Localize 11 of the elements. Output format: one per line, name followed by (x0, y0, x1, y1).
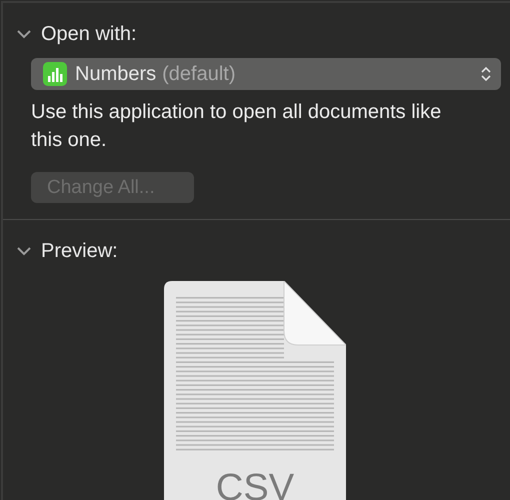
app-popup[interactable]: Numbers (default) (31, 58, 501, 90)
description: Use this application to open all documents like this one. (31, 100, 442, 153)
up-down-icon (481, 66, 491, 82)
document-icon (164, 281, 346, 500)
bar-chart-icon (43, 62, 67, 86)
default-note: (default) (162, 62, 237, 86)
app-name: Numbers (75, 62, 156, 86)
chevron-icon[interactable] (17, 30, 31, 39)
chevron-icon[interactable] (17, 247, 31, 256)
section-title: Open with: (41, 23, 137, 46)
section-title: Preview: (41, 240, 118, 263)
